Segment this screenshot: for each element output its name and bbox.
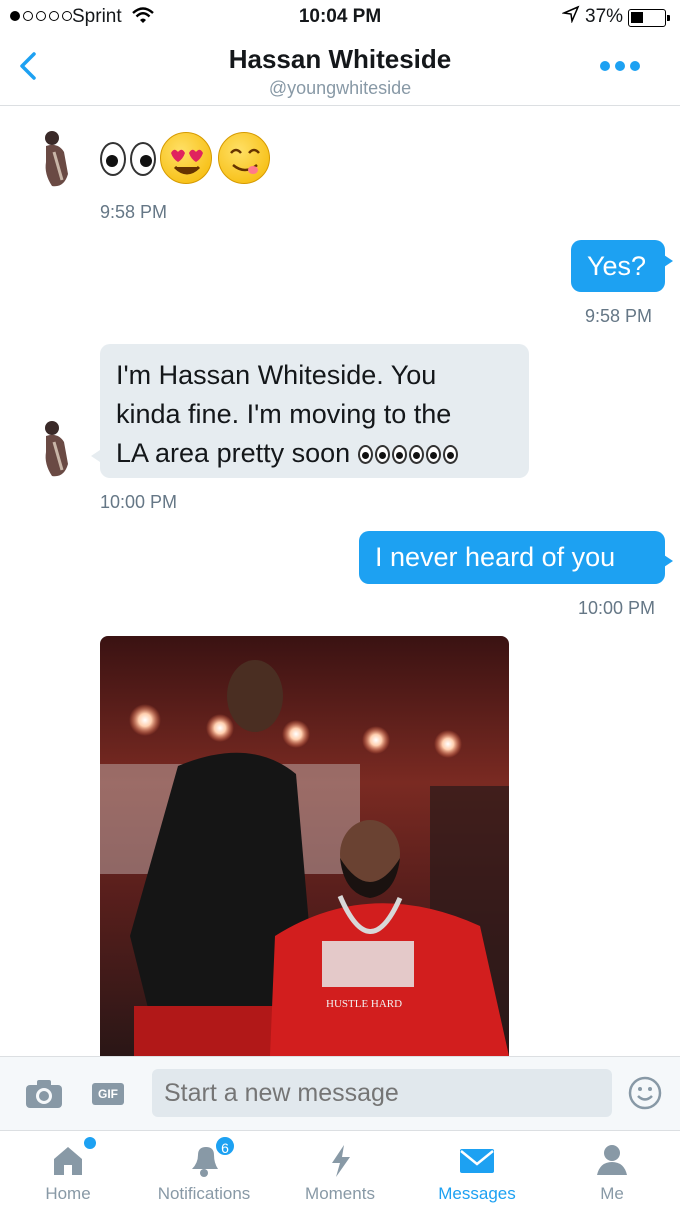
eyes-icon bbox=[357, 445, 458, 465]
tab-label: Me bbox=[600, 1184, 624, 1203]
emoji-message bbox=[100, 130, 300, 190]
status-bar: Sprint 10:04 PM 37% bbox=[0, 0, 680, 36]
battery-percentage: 37% bbox=[585, 6, 624, 27]
avatar[interactable] bbox=[38, 128, 78, 190]
eye-icon bbox=[130, 142, 156, 176]
person-icon bbox=[592, 1141, 632, 1179]
camera-icon bbox=[26, 1080, 62, 1108]
tab-bar: Home 6 Notifications Moments Messages Me bbox=[0, 1130, 680, 1209]
photo-shirt-text: HUSTLE HARD bbox=[326, 998, 402, 1010]
message-text: I never heard of you bbox=[375, 542, 616, 572]
tab-label: Notifications bbox=[157, 1184, 251, 1203]
tab-label: Messages bbox=[438, 1184, 516, 1203]
home-icon bbox=[48, 1141, 88, 1179]
photo-image: HUSTLE HARD bbox=[100, 660, 509, 1056]
smiley-icon bbox=[628, 1076, 662, 1110]
tab-home[interactable]: Home bbox=[18, 1131, 118, 1209]
bubble-tail bbox=[664, 555, 673, 567]
bubble-tail bbox=[91, 450, 100, 462]
avatar[interactable] bbox=[38, 418, 78, 480]
conversation-header: Hassan Whiteside @youngwhiteside bbox=[0, 36, 680, 106]
emoji-button[interactable] bbox=[627, 1075, 663, 1111]
message-input[interactable] bbox=[152, 1069, 612, 1117]
tab-label: Moments bbox=[305, 1184, 375, 1203]
eyes-icon bbox=[100, 142, 126, 176]
message-timestamp: 10:00 PM bbox=[578, 598, 656, 618]
message-line: LA area pretty soon bbox=[116, 438, 351, 468]
lightning-icon bbox=[320, 1141, 360, 1179]
tab-notifications[interactable]: 6 Notifications bbox=[142, 1131, 266, 1209]
message-line: kinda fine. I'm moving to the bbox=[116, 399, 452, 429]
photo-message[interactable]: HUSTLE HARD bbox=[100, 636, 509, 1056]
location-arrow-icon bbox=[561, 5, 580, 28]
yum-icon bbox=[218, 132, 270, 184]
outgoing-message-bubble[interactable]: I never heard of you bbox=[359, 531, 665, 584]
tab-messages[interactable]: Messages bbox=[424, 1131, 530, 1209]
more-options-button[interactable] bbox=[600, 61, 640, 71]
message-timestamp: 9:58 PM bbox=[100, 202, 168, 222]
tab-me[interactable]: Me bbox=[572, 1131, 652, 1209]
outgoing-message-bubble[interactable]: Yes? bbox=[571, 240, 665, 292]
message-line-3: LA area pretty soon bbox=[116, 434, 513, 473]
bubble-tail bbox=[664, 255, 673, 267]
conversation-title: Hassan Whiteside bbox=[228, 44, 452, 74]
tab-label: Home bbox=[45, 1184, 91, 1203]
message-text: Yes? bbox=[587, 251, 647, 281]
camera-button[interactable] bbox=[25, 1079, 63, 1109]
message-line: I'm Hassan Whiteside. You bbox=[116, 360, 437, 390]
battery-icon bbox=[628, 9, 670, 27]
tab-moments[interactable]: Moments bbox=[290, 1131, 390, 1209]
notification-dot bbox=[84, 1137, 96, 1149]
heart-eyes-icon bbox=[160, 132, 212, 184]
envelope-icon bbox=[457, 1141, 497, 1179]
message-timestamp: 9:58 PM bbox=[585, 306, 653, 326]
message-composer: GIF bbox=[0, 1056, 680, 1130]
notification-count-badge: 6 bbox=[214, 1135, 236, 1157]
incoming-message-bubble[interactable]: I'm Hassan Whiteside. You kinda fine. I'… bbox=[100, 344, 529, 478]
conversation-handle: @youngwhiteside bbox=[268, 78, 412, 98]
gif-button[interactable]: GIF bbox=[92, 1083, 124, 1105]
message-timestamp: 10:00 PM bbox=[100, 492, 178, 512]
